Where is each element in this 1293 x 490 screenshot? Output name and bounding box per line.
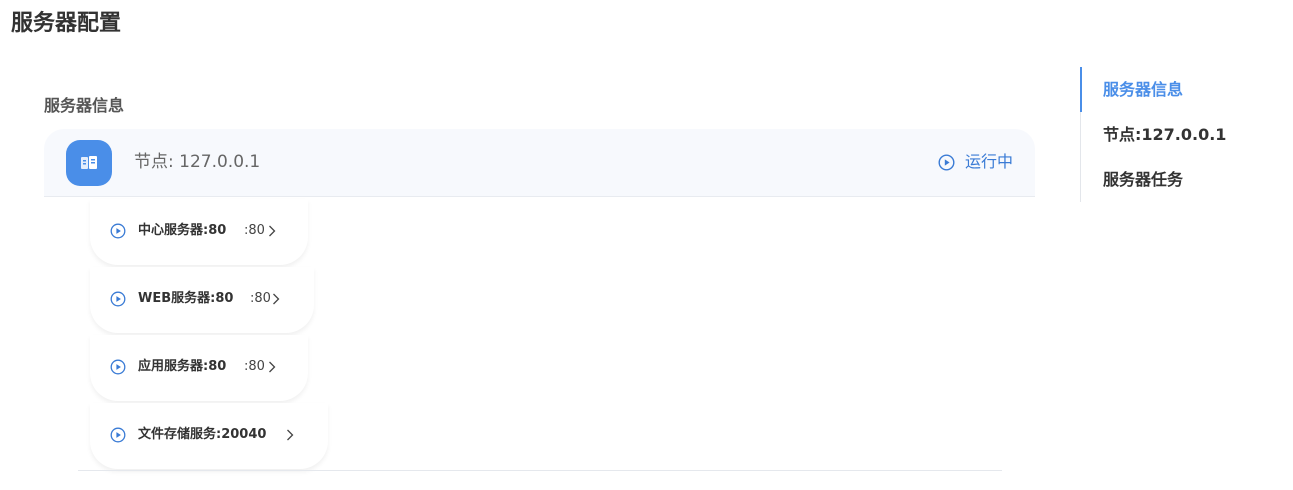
page-title: 服务器配置 xyxy=(11,11,122,36)
chevron-right-icon xyxy=(286,429,294,441)
node-status-button[interactable]: 运行中 xyxy=(938,150,1013,174)
service-port: :80 xyxy=(250,291,271,306)
section-title: 服务器信息 xyxy=(44,96,125,115)
service-name: WEB服务器:80 xyxy=(138,291,234,306)
play-circle-icon xyxy=(110,291,126,307)
play-circle-icon xyxy=(110,359,126,375)
page: 服务器配置 服务器信息 节点: 127.0.0.1 运行中 中心服务器:80:… xyxy=(0,0,1293,490)
service-name: 应用服务器:80 xyxy=(138,359,227,374)
node-label: 节点: 127.0.0.1 xyxy=(134,152,261,172)
chevron-right-icon xyxy=(268,361,276,373)
server-icon xyxy=(66,140,112,186)
anchor-nav: 服务器信息 节点:127.0.0.1 服务器任务 xyxy=(1080,67,1281,202)
service-port: :80 xyxy=(244,223,265,238)
service-item-app[interactable]: 应用服务器:80 :80 xyxy=(90,335,308,401)
service-port: :80 xyxy=(244,359,265,374)
anchor-item-server-tasks[interactable]: 服务器任务 xyxy=(1103,168,1183,192)
chevron-right-icon xyxy=(272,293,280,305)
service-name: 文件存储服务:20040 xyxy=(138,427,267,442)
play-circle-icon xyxy=(938,153,955,171)
anchor-item-server-info[interactable]: 服务器信息 xyxy=(1103,78,1183,102)
play-circle-icon xyxy=(110,223,126,239)
chevron-right-icon xyxy=(268,225,276,237)
node-card: 节点: 127.0.0.1 运行中 xyxy=(44,129,1035,197)
service-name: 中心服务器:80 xyxy=(138,223,227,238)
play-circle-icon xyxy=(110,427,126,443)
anchor-active-indicator xyxy=(1080,67,1082,112)
service-item-center[interactable]: 中心服务器:80 :80 xyxy=(90,199,308,265)
divider xyxy=(78,470,1002,471)
service-item-file-storage[interactable]: 文件存储服务:20040 xyxy=(90,403,328,469)
anchor-item-node[interactable]: 节点:127.0.0.1 xyxy=(1103,123,1226,147)
node-status-label: 运行中 xyxy=(964,152,1013,171)
service-item-web[interactable]: WEB服务器:80 :80 xyxy=(90,267,314,333)
